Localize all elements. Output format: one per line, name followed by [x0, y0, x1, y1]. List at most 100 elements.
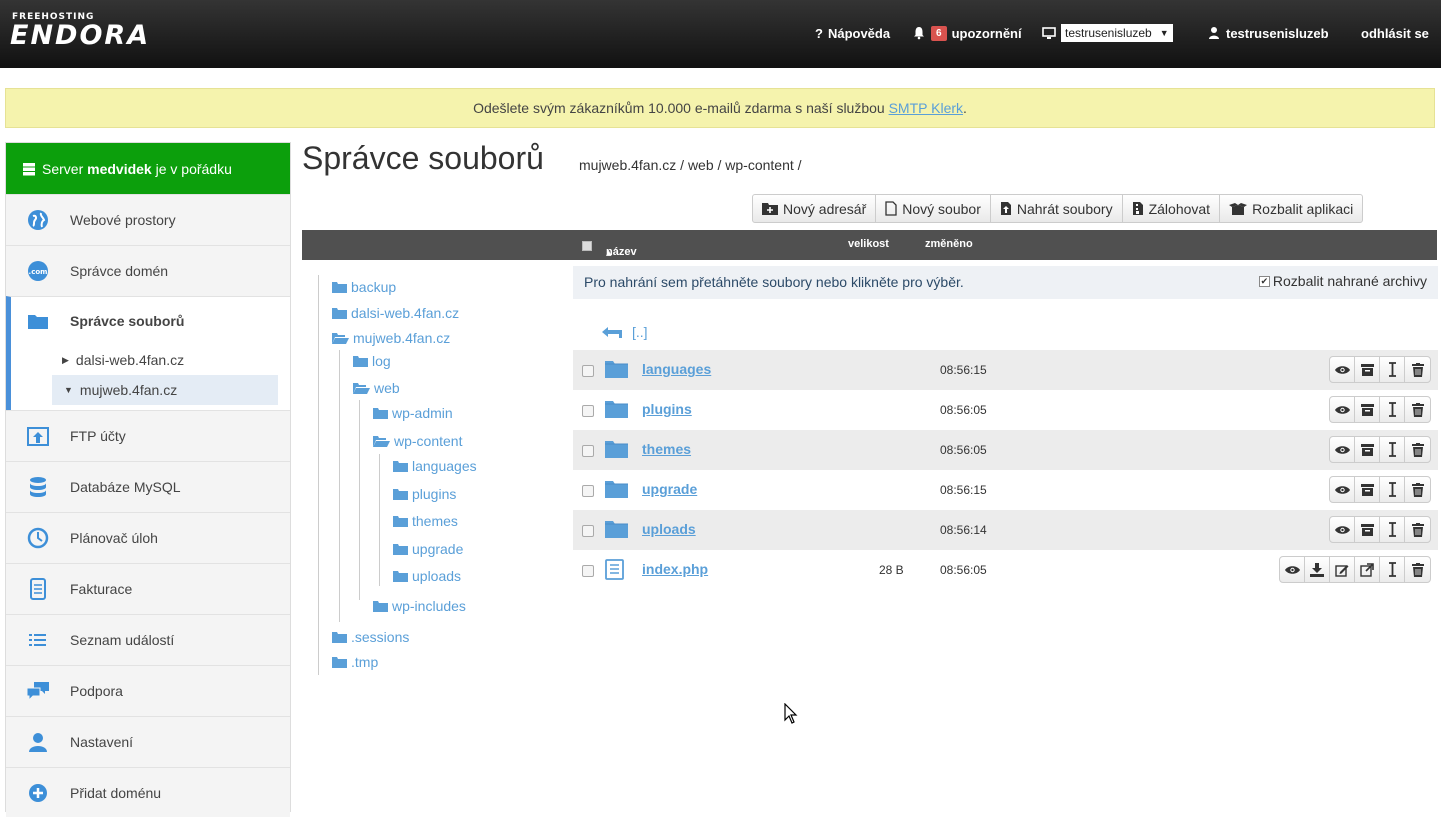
tree-node-wp-admin[interactable]: wp-admin [373, 405, 453, 421]
user-link[interactable]: testrusenisluzeb [1207, 22, 1329, 44]
eye-button[interactable] [1330, 477, 1355, 502]
archive-button[interactable] [1355, 437, 1380, 462]
table-row[interactable]: upgrade 08:56:15 [573, 470, 1438, 510]
logout-link[interactable]: odhlásit se [1361, 22, 1429, 44]
unpack-app-button[interactable]: Rozbalit aplikaci [1220, 195, 1362, 222]
sidebar-item-scheduler[interactable]: Plánovač úloh [6, 512, 290, 563]
trash-button[interactable] [1405, 477, 1430, 502]
account-switcher[interactable]: testrusenisluzeb ▼ [1042, 22, 1173, 44]
help-link[interactable]: ? Nápověda [815, 22, 890, 44]
unpack-archives-option[interactable]: ✔ Rozbalit nahrané archivy [1258, 273, 1427, 289]
eye-button[interactable] [1330, 517, 1355, 542]
tree-node-log[interactable]: log [353, 353, 391, 369]
archive-button[interactable] [1355, 477, 1380, 502]
trash-button[interactable] [1405, 357, 1430, 382]
sidebar-item-web-spaces[interactable]: Webové prostory [6, 194, 290, 245]
trash-button[interactable] [1405, 557, 1430, 582]
tree-node-wp-includes[interactable]: wp-includes [373, 598, 466, 614]
table-row[interactable]: uploads 08:56:14 [573, 510, 1438, 550]
column-size-header[interactable]: velikost [848, 238, 889, 250]
backup-button[interactable]: Zálohovat [1123, 195, 1221, 222]
tree-node-wp-content[interactable]: wp-content [373, 433, 462, 449]
external-link-button[interactable] [1355, 557, 1380, 582]
sidebar-item-ftp[interactable]: FTP účty [6, 410, 290, 461]
table-row[interactable]: languages 08:56:15 [573, 350, 1438, 390]
clock-icon [26, 526, 50, 550]
sidebar-item-file-manager[interactable]: Správce souborů ▶ dalsi-web.4fan.cz ▼ mu… [6, 296, 290, 410]
subitem-label: mujweb.4fan.cz [79, 382, 178, 398]
file-name-link[interactable]: upgrade [642, 481, 697, 497]
text-cursor-button[interactable] [1380, 357, 1405, 382]
sidebar-item-events[interactable]: Seznam událostí [6, 614, 290, 665]
text-cursor-button[interactable] [1380, 437, 1405, 462]
sidebar-subitem-mujweb[interactable]: ▼ mujweb.4fan.cz [52, 375, 278, 405]
new-file-button[interactable]: Nový soubor [876, 195, 991, 222]
tree-node-uploads[interactable]: uploads [393, 568, 461, 584]
row-checkbox[interactable] [582, 405, 594, 417]
tree-node-tmp[interactable]: .tmp [332, 654, 378, 670]
tree-node-mujweb[interactable]: mujweb.4fan.cz [332, 330, 450, 346]
text-cursor-button[interactable] [1380, 517, 1405, 542]
trash-button[interactable] [1405, 517, 1430, 542]
file-archive-icon [1132, 202, 1143, 215]
upload-files-button[interactable]: Nahrát soubory [991, 195, 1123, 222]
tree-node-web[interactable]: web [353, 380, 400, 396]
file-name-link[interactable]: uploads [642, 521, 696, 537]
file-name-link[interactable]: themes [642, 441, 691, 457]
smtp-klerk-link[interactable]: SMTP Klerk [889, 100, 963, 116]
archive-button[interactable] [1355, 517, 1380, 542]
tree-node-dalsi-web[interactable]: dalsi-web.4fan.cz [332, 305, 459, 321]
table-row[interactable]: plugins 08:56:05 [573, 390, 1438, 430]
tree-node-backup[interactable]: backup [332, 279, 396, 295]
parent-directory-link[interactable]: [..] [600, 324, 648, 340]
trash-button[interactable] [1405, 437, 1430, 462]
account-select[interactable]: testrusenisluzeb ▼ [1061, 24, 1173, 42]
upload-dropzone[interactable]: Pro nahrání sem přetáhněte soubory nebo … [573, 266, 1438, 299]
table-row[interactable]: themes 08:56:05 [573, 430, 1438, 470]
notifications-link[interactable]: 6 upozornění [912, 22, 1022, 44]
column-changed-header[interactable]: změněno [925, 238, 973, 250]
trash-icon [1411, 482, 1424, 497]
file-name-link[interactable]: index.php [642, 561, 708, 577]
caret-down-icon: ▼ [64, 385, 73, 395]
eye-button[interactable] [1280, 557, 1305, 582]
sidebar-item-settings[interactable]: Nastavení [6, 716, 290, 767]
new-directory-button[interactable]: Nový adresář [753, 195, 877, 222]
file-name-link[interactable]: plugins [642, 401, 692, 417]
sidebar-item-mysql[interactable]: Databáze MySQL [6, 461, 290, 512]
archive-button[interactable] [1355, 397, 1380, 422]
eye-button[interactable] [1330, 397, 1355, 422]
tree-node-upgrade[interactable]: upgrade [393, 541, 463, 557]
row-checkbox[interactable] [582, 445, 594, 457]
file-manager-header[interactable]: Správce souborů [26, 297, 290, 345]
unpack-archives-checkbox[interactable]: ✔ [1258, 275, 1270, 287]
row-checkbox[interactable] [582, 365, 594, 377]
row-checkbox[interactable] [582, 525, 594, 537]
archive-button[interactable] [1355, 357, 1380, 382]
monitor-icon [1042, 27, 1056, 39]
tree-node-languages[interactable]: languages [393, 458, 477, 474]
tree-node-themes[interactable]: themes [393, 513, 458, 529]
tree-node-plugins[interactable]: plugins [393, 486, 456, 502]
sidebar-item-support[interactable]: Podpora [6, 665, 290, 716]
trash-button[interactable] [1405, 397, 1430, 422]
text-cursor-button[interactable] [1380, 477, 1405, 502]
sidebar-item-add-domain[interactable]: Přidat doménu [6, 767, 290, 817]
file-name-link[interactable]: languages [642, 361, 711, 377]
table-row[interactable]: index.php 28 B 08:56:05 [573, 550, 1438, 590]
breadcrumb[interactable]: mujweb.4fan.cz / web / wp-content / [579, 157, 802, 173]
sidebar-item-domains[interactable]: .com Správce domén [6, 245, 290, 296]
text-cursor-button[interactable] [1380, 397, 1405, 422]
text-cursor-button[interactable] [1380, 557, 1405, 582]
sidebar-item-label: Správce souborů [70, 313, 185, 329]
sidebar-subitem-dalsi-web[interactable]: ▶ dalsi-web.4fan.cz [26, 345, 278, 375]
sidebar-item-billing[interactable]: Fakturace [6, 563, 290, 614]
eye-button[interactable] [1330, 357, 1355, 382]
eye-button[interactable] [1330, 437, 1355, 462]
tree-node-sessions[interactable]: .sessions [332, 629, 409, 645]
edit-button[interactable] [1330, 557, 1355, 582]
row-checkbox[interactable] [582, 485, 594, 497]
select-all-checkbox[interactable] [582, 241, 592, 251]
row-checkbox[interactable] [582, 565, 594, 577]
download-button[interactable] [1305, 557, 1330, 582]
